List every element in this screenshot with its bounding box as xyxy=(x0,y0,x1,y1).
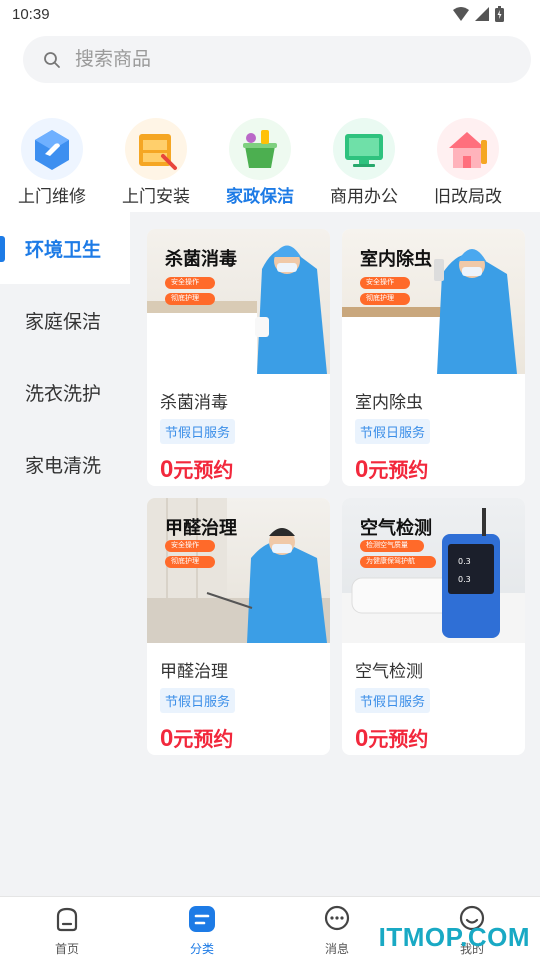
image-title: 甲醛治理 xyxy=(165,518,237,538)
sidebar-item-home-cleaning[interactable]: 家庭保洁 xyxy=(0,284,130,356)
category-item-cleaning[interactable]: 家政保洁 xyxy=(210,118,310,207)
search-input[interactable] xyxy=(75,48,475,71)
category-item-renovation[interactable]: 旧改局改 xyxy=(418,118,518,207)
category-label: 上门维修 xyxy=(18,187,86,206)
category-row: 上门维修 上门安装 家政保洁 商用办公 旧改局改 xyxy=(0,118,540,212)
category-label: 上门安装 xyxy=(122,187,190,206)
house-brush-icon xyxy=(437,118,499,180)
product-card[interactable]: 甲醛治理 安全操作 彻底护理 甲醛治理 节假日服务 0元预约 xyxy=(147,498,330,755)
category-item-repair[interactable]: 上门维修 xyxy=(2,118,102,207)
product-image: 杀菌消毒 安全操作 彻底护理 xyxy=(147,229,330,374)
product-name: 室内除虫 xyxy=(355,393,423,412)
service-tag: 节假日服务 xyxy=(160,419,236,444)
product-card[interactable]: 0.3 0.3 空气检测 检测空气质量 为健康保驾护航 空气检测 节假日服务 0… xyxy=(342,498,525,755)
tab-category[interactable]: 分类 xyxy=(162,905,242,957)
product-image: 0.3 0.3 空气检测 检测空气质量 为健康保驾护航 xyxy=(342,498,525,643)
product-image: 甲醛治理 安全操作 彻底护理 xyxy=(147,498,330,643)
sidebar-item-environment[interactable]: 环境卫生 xyxy=(0,212,130,284)
sidebar-item-appliance-cleaning[interactable]: 家电清洗 xyxy=(0,428,130,500)
svg-text:0.3: 0.3 xyxy=(458,557,471,566)
service-tag: 节假日服务 xyxy=(160,688,236,713)
category-label: 商用办公 xyxy=(330,187,398,206)
image-badge: 检测空气质量 xyxy=(360,540,424,552)
price-number: 0 xyxy=(355,725,369,752)
product-price: 0元预约 xyxy=(160,723,330,753)
status-icons xyxy=(453,6,504,22)
sidebar-item-laundry[interactable]: 洗衣洗护 xyxy=(0,356,130,428)
tab-label: 消息 xyxy=(324,942,349,956)
image-title: 杀菌消毒 xyxy=(165,249,237,269)
product-price: 0元预约 xyxy=(355,723,525,753)
price-number: 0 xyxy=(160,456,174,483)
cleaning-bucket-icon xyxy=(229,118,291,180)
image-badge: 为健康保驾护航 xyxy=(360,556,436,568)
signal-icon xyxy=(475,7,489,21)
wrench-house-icon xyxy=(21,118,83,180)
category-item-office[interactable]: 商用办公 xyxy=(314,118,414,207)
image-badge: 彻底护理 xyxy=(165,293,215,305)
product-name: 空气检测 xyxy=(355,662,423,681)
home-icon xyxy=(56,907,78,932)
status-bar: 10:39 xyxy=(0,0,540,30)
price-number: 0 xyxy=(355,456,369,483)
price-text: 元预约 xyxy=(173,729,234,751)
svg-text:0.3: 0.3 xyxy=(458,575,471,584)
service-tag: 节假日服务 xyxy=(355,419,431,444)
monitor-icon xyxy=(333,118,395,180)
product-grid: 杀菌消毒 安全操作 彻底护理 杀菌消毒 节假日服务 0元预约 室内除虫 安全操作… xyxy=(130,212,540,896)
category-item-install[interactable]: 上门安装 xyxy=(106,118,206,207)
message-icon xyxy=(324,905,350,931)
tab-label: 分类 xyxy=(189,942,214,956)
price-number: 0 xyxy=(160,725,174,752)
image-title: 空气检测 xyxy=(360,518,432,538)
search-bar[interactable] xyxy=(23,36,531,83)
product-card[interactable]: 室内除虫 安全操作 彻底护理 室内除虫 节假日服务 0元预约 xyxy=(342,229,525,486)
price-text: 元预约 xyxy=(368,460,429,482)
watermark: ITMOP.COM xyxy=(378,922,530,952)
image-badge: 安全操作 xyxy=(360,277,410,289)
tab-home[interactable]: 首页 xyxy=(27,905,107,957)
image-title: 室内除虫 xyxy=(360,249,432,269)
product-price: 0元预约 xyxy=(355,454,525,484)
top-area: 10:39 上门维修 上门安装 家政保洁 xyxy=(0,0,540,212)
toolbox-icon xyxy=(125,118,187,180)
image-badge: 彻底护理 xyxy=(360,293,410,305)
tab-messages[interactable]: 消息 xyxy=(297,905,377,957)
wifi-icon xyxy=(453,7,469,21)
search-icon xyxy=(44,51,60,68)
image-badge: 安全操作 xyxy=(165,540,215,552)
service-tag: 节假日服务 xyxy=(355,688,431,713)
battery-icon xyxy=(495,6,504,22)
product-name: 甲醛治理 xyxy=(160,662,228,681)
product-image: 室内除虫 安全操作 彻底护理 xyxy=(342,229,525,374)
image-badge: 彻底护理 xyxy=(165,556,215,568)
product-price: 0元预约 xyxy=(160,454,330,484)
price-text: 元预约 xyxy=(173,460,234,482)
sidebar: 环境卫生 家庭保洁 洗衣洗护 家电清洗 xyxy=(0,212,130,896)
product-card[interactable]: 杀菌消毒 安全操作 彻底护理 杀菌消毒 节假日服务 0元预约 xyxy=(147,229,330,486)
category-label: 旧改局改 xyxy=(434,187,502,206)
image-badge: 安全操作 xyxy=(165,277,215,289)
tab-label: 首页 xyxy=(54,942,79,956)
category-icon xyxy=(189,906,215,932)
price-text: 元预约 xyxy=(368,729,429,751)
status-time: 10:39 xyxy=(12,6,50,23)
product-name: 杀菌消毒 xyxy=(160,393,228,412)
category-label: 家政保洁 xyxy=(226,187,294,206)
